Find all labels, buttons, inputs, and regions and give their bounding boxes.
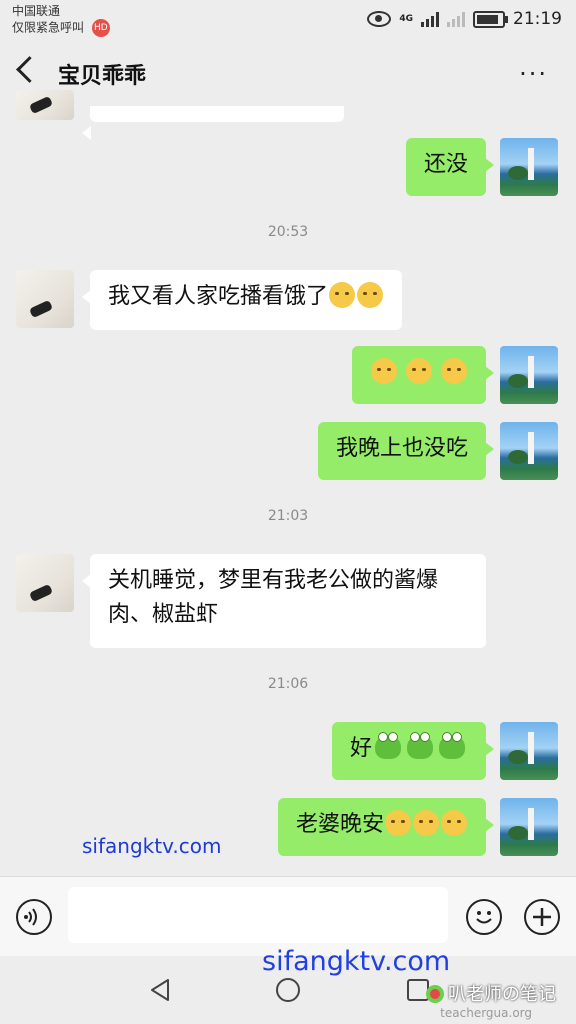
- message-bubble-sent[interactable]: 老婆晚安: [277, 798, 495, 856]
- pensive-emoji-icon: [329, 282, 356, 308]
- my-avatar[interactable]: [500, 138, 558, 196]
- contact-avatar[interactable]: [16, 90, 74, 120]
- battery-icon: [473, 10, 508, 28]
- message-text: 老婆晚安: [295, 812, 384, 837]
- brand-url: teachergua.org: [440, 1006, 532, 1020]
- kiss-emoji-icon: [385, 810, 411, 836]
- chat-header: 宝贝乖乖 ···: [0, 40, 576, 106]
- surprised-emoji-icon: [371, 358, 397, 384]
- message-text: 我又看人家吃播看饿了: [108, 284, 329, 309]
- more-icon[interactable]: ···: [519, 60, 548, 88]
- clock: 21:19: [513, 9, 562, 29]
- frog-emoji-icon: [439, 732, 465, 759]
- carrier-name: 中国联通: [12, 4, 61, 18]
- message-bubble-sent[interactable]: 我晚上也没吃: [317, 422, 495, 480]
- emoji-icon[interactable]: [466, 899, 502, 935]
- brand-watermark: 叭老师の笔记: [426, 980, 556, 1006]
- my-avatar[interactable]: [500, 798, 558, 856]
- frog-emoji-icon: [375, 732, 401, 759]
- kiss-emoji-icon: [413, 810, 439, 836]
- emergency-only-label: 仅限紧急呼叫: [12, 20, 85, 35]
- network-type: 4G: [399, 14, 413, 24]
- contact-avatar[interactable]: [16, 554, 74, 612]
- signal-icon: [421, 11, 439, 27]
- message-bubble-sent[interactable]: [352, 346, 494, 404]
- nav-home-icon[interactable]: [274, 976, 302, 1008]
- message-text: 我晚上也没吃: [335, 436, 468, 461]
- message-bubble-partial[interactable]: [82, 106, 344, 140]
- pensive-emoji-icon: [357, 282, 384, 308]
- signal-icon-2: [447, 11, 465, 27]
- timestamp: 21:03: [267, 508, 309, 524]
- message-bubble-sent[interactable]: 还没: [405, 138, 495, 196]
- carrier-info: 中国联通 仅限紧急呼叫 HD: [12, 4, 110, 37]
- back-icon[interactable]: [16, 56, 43, 83]
- input-bar: [0, 876, 576, 957]
- status-bar: 中国联通 仅限紧急呼叫 HD 4G 21:19: [0, 0, 576, 40]
- watermelon-icon: [426, 985, 444, 1003]
- contact-avatar[interactable]: [16, 270, 74, 328]
- message-text: 好: [349, 736, 372, 761]
- eye-comfort-icon: [367, 11, 392, 27]
- brand-text: 叭老师の笔记: [448, 984, 556, 1005]
- message-bubble-sent[interactable]: 好: [331, 722, 495, 780]
- message-bubble-received[interactable]: 我又看人家吃播看饿了: [81, 270, 403, 330]
- message-text: 还没: [423, 152, 468, 177]
- my-avatar[interactable]: [500, 422, 558, 480]
- voice-icon[interactable]: [16, 899, 52, 935]
- kiss-emoji-icon: [441, 810, 467, 836]
- frog-emoji-icon: [407, 732, 433, 759]
- message-bubble-received[interactable]: 关机睡觉，梦里有我老公做的酱爆肉、椒盐虾: [82, 554, 486, 648]
- chat-title: 宝贝乖乖: [58, 64, 147, 89]
- nav-back-icon[interactable]: [146, 976, 174, 1008]
- timestamp: 21:06: [267, 676, 309, 692]
- status-icons: 4G 21:19: [367, 9, 562, 29]
- surprised-emoji-icon: [441, 358, 467, 384]
- message-input[interactable]: [68, 887, 448, 943]
- surprised-emoji-icon: [406, 358, 432, 384]
- my-avatar[interactable]: [500, 346, 558, 404]
- watermark-text: sifangktv.com: [82, 834, 222, 858]
- timestamp: 20:53: [267, 224, 309, 240]
- emergency-icon: HD: [91, 19, 110, 37]
- plus-icon[interactable]: [524, 899, 560, 935]
- message-text: 关机睡觉，梦里有我老公做的酱爆肉、椒盐虾: [108, 568, 439, 627]
- watermark-text-large: sifangktv.com: [262, 946, 451, 977]
- my-avatar[interactable]: [500, 722, 558, 780]
